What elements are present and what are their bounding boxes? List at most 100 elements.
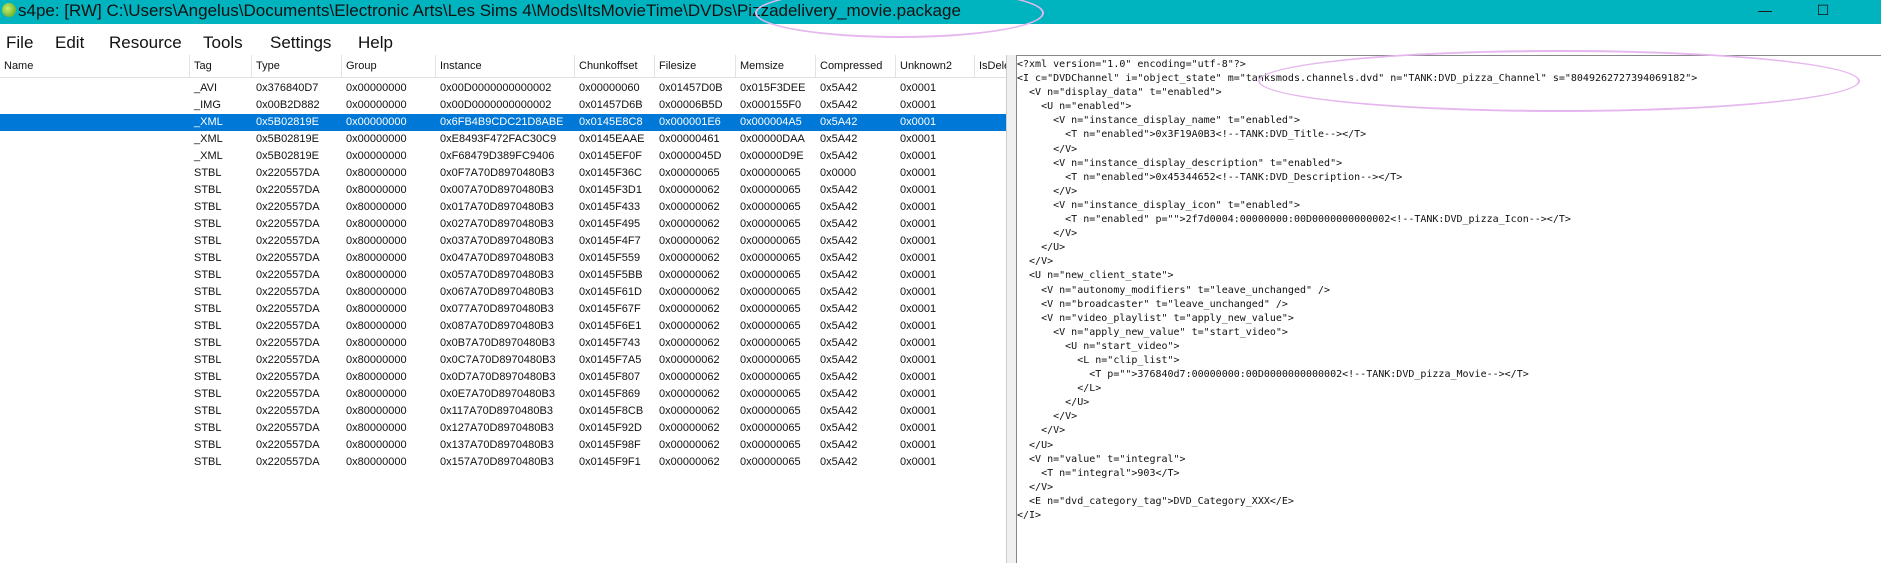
table-row[interactable]: STBL 0x220557DA 0x80000000 0x127A70D8970480… bbox=[0, 420, 1006, 437]
table-row[interactable]: STBL 0x220557DA 0x80000000 0x047A70D8970480… bbox=[0, 250, 1006, 267]
xml-line: </V> bbox=[1017, 143, 1078, 155]
column-header-unknown2[interactable]: Unknown2 bbox=[896, 55, 975, 77]
cell-name bbox=[0, 199, 190, 216]
table-row[interactable]: STBL 0x220557DA 0x80000000 0x057A70D8970480… bbox=[0, 267, 1006, 284]
table-row[interactable]: _XML 0x5B02819E 0x00000000 0xE8493F472FAC30… bbox=[0, 131, 1006, 148]
column-header-tag[interactable]: Tag bbox=[190, 55, 252, 77]
column-header-compressed[interactable]: Compressed bbox=[816, 55, 896, 77]
cell-compressed: 0x5A42 bbox=[820, 82, 858, 94]
cell-compressed: 0x5A42 bbox=[820, 133, 858, 145]
cell-name bbox=[0, 420, 190, 437]
table-row[interactable]: STBL 0x220557DA 0x80000000 0x087A70D8970480… bbox=[0, 318, 1006, 335]
table-row[interactable]: STBL 0x220557DA 0x80000000 0x0F7A70D8970480… bbox=[0, 165, 1006, 182]
table-row[interactable]: STBL 0x220557DA 0x80000000 0x117A70D8970480… bbox=[0, 403, 1006, 420]
xml-line: <U n="start_video"> bbox=[1017, 340, 1180, 352]
table-row[interactable]: _IMG 0x00B2D882 0x00000000 0x00D00000000000… bbox=[0, 97, 1006, 114]
cell-group: 0x80000000 bbox=[346, 218, 407, 230]
cell-isdeleted bbox=[975, 114, 1006, 131]
table-row[interactable]: STBL 0x220557DA 0x80000000 0x0E7A70D8970480… bbox=[0, 386, 1006, 403]
table-row[interactable]: STBL 0x220557DA 0x80000000 0x037A70D8970480… bbox=[0, 233, 1006, 250]
cell-chunkoffset: 0x0145F67F bbox=[579, 303, 641, 315]
cell-isdeleted bbox=[975, 369, 1006, 386]
table-row[interactable]: STBL 0x220557DA 0x80000000 0x067A70D8970480… bbox=[0, 284, 1006, 301]
xml-line: <V n="autonomy_modifiers" t="leave_uncha… bbox=[1017, 284, 1331, 296]
cell-instance: 0x117A70D8970480B3 bbox=[440, 405, 553, 417]
cell-compressed: 0x5A42 bbox=[820, 116, 858, 128]
column-header-type[interactable]: Type bbox=[252, 55, 342, 77]
maximize-button[interactable]: ☐ bbox=[1800, 0, 1846, 22]
cell-compressed: 0x5A42 bbox=[820, 388, 858, 400]
xml-line: <V n="instance_display_description" t="e… bbox=[1017, 157, 1343, 169]
panel-splitter[interactable] bbox=[1007, 55, 1016, 563]
minimize-button[interactable]: — bbox=[1742, 0, 1788, 22]
menu-edit[interactable]: Edit bbox=[55, 33, 84, 53]
table-row[interactable]: STBL 0x220557DA 0x80000000 0x137A70D8970480… bbox=[0, 437, 1006, 454]
cell-unknown2: 0x0001 bbox=[900, 439, 937, 451]
cell-instance: 0xE8493F472FAC30C9 bbox=[440, 133, 557, 145]
cell-chunkoffset: 0x0145F3D1 bbox=[579, 184, 642, 196]
table-row[interactable]: STBL 0x220557DA 0x80000000 0x0B7A70D8970480… bbox=[0, 335, 1006, 352]
column-header-isdeleted[interactable]: IsDele bbox=[975, 55, 1006, 77]
cell-unknown2: 0x0001 bbox=[900, 354, 937, 366]
menu-tools[interactable]: Tools bbox=[203, 33, 243, 53]
cell-isdeleted bbox=[975, 250, 1006, 267]
cell-group: 0x80000000 bbox=[346, 405, 407, 417]
cell-tag: STBL bbox=[194, 388, 222, 400]
column-header-instance[interactable]: Instance bbox=[436, 55, 575, 77]
column-header-filesize[interactable]: Filesize bbox=[655, 55, 736, 77]
cell-unknown2: 0x0001 bbox=[900, 150, 937, 162]
table-row[interactable]: _XML 0x5B02819E 0x00000000 0x6FB4B9CDC21D8A… bbox=[0, 114, 1006, 131]
table-row[interactable]: STBL 0x220557DA 0x80000000 0x017A70D8970480… bbox=[0, 199, 1006, 216]
table-row[interactable]: _XML 0x5B02819E 0x00000000 0xF68479D389FC94… bbox=[0, 148, 1006, 165]
cell-memsize: 0x00000065 bbox=[740, 252, 801, 264]
xml-line: <V n="broadcaster" t="leave_unchanged" /… bbox=[1017, 298, 1288, 310]
cell-chunkoffset: 0x0145F7A5 bbox=[579, 354, 642, 366]
cell-compressed: 0x5A42 bbox=[820, 99, 858, 111]
cell-unknown2: 0x0001 bbox=[900, 184, 937, 196]
cell-compressed: 0x0000 bbox=[820, 167, 857, 179]
xml-line: </V> bbox=[1017, 425, 1066, 437]
cell-name bbox=[0, 301, 190, 318]
cell-tag: _AVI bbox=[194, 82, 218, 94]
table-row[interactable]: STBL 0x220557DA 0x80000000 0x0D7A70D8970480… bbox=[0, 369, 1006, 386]
table-row[interactable]: STBL 0x220557DA 0x80000000 0x0C7A70D8970480… bbox=[0, 352, 1006, 369]
cell-memsize: 0x00000065 bbox=[740, 184, 801, 196]
cell-unknown2: 0x0001 bbox=[900, 337, 937, 349]
cell-group: 0x80000000 bbox=[346, 439, 407, 451]
cell-name bbox=[0, 386, 190, 403]
cell-type: 0x220557DA bbox=[256, 184, 320, 196]
table-row[interactable]: _AVI 0x376840D7 0x00000000 0x00D00000000000… bbox=[0, 80, 1006, 97]
cell-tag: _XML bbox=[194, 116, 223, 128]
menu-help[interactable]: Help bbox=[358, 33, 393, 53]
cell-tag: STBL bbox=[194, 337, 222, 349]
cell-memsize: 0x00000065 bbox=[740, 354, 801, 366]
cell-isdeleted bbox=[975, 352, 1006, 369]
table-row[interactable]: STBL 0x220557DA 0x80000000 0x077A70D8970480… bbox=[0, 301, 1006, 318]
table-row[interactable]: STBL 0x220557DA 0x80000000 0x027A70D8970480… bbox=[0, 216, 1006, 233]
table-row[interactable]: STBL 0x220557DA 0x80000000 0x157A70D8970480… bbox=[0, 454, 1006, 471]
cell-compressed: 0x5A42 bbox=[820, 405, 858, 417]
cell-name bbox=[0, 437, 190, 454]
cell-group: 0x80000000 bbox=[346, 371, 407, 383]
column-header-chunkoffset[interactable]: Chunkoffset bbox=[575, 55, 655, 77]
menu-settings[interactable]: Settings bbox=[270, 33, 331, 53]
cell-tag: STBL bbox=[194, 184, 222, 196]
column-header-memsize[interactable]: Memsize bbox=[736, 55, 816, 77]
cell-filesize: 0x00000062 bbox=[659, 286, 720, 298]
xml-line: <V n="instance_display_icon" t="enabled"… bbox=[1017, 199, 1300, 211]
cell-tag: STBL bbox=[194, 405, 222, 417]
cell-tag: STBL bbox=[194, 371, 222, 383]
cell-instance: 0x157A70D8970480B3 bbox=[440, 456, 554, 468]
cell-group: 0x80000000 bbox=[346, 184, 407, 196]
cell-chunkoffset: 0x0145F743 bbox=[579, 337, 641, 349]
menu-file[interactable]: File bbox=[6, 33, 33, 53]
column-header-group[interactable]: Group bbox=[342, 55, 436, 77]
cell-filesize: 0x00000062 bbox=[659, 354, 720, 366]
xml-line: </V> bbox=[1017, 411, 1078, 423]
cell-memsize: 0x00000065 bbox=[740, 388, 801, 400]
table-row[interactable]: STBL 0x220557DA 0x80000000 0x007A70D8970480… bbox=[0, 182, 1006, 199]
cell-isdeleted bbox=[975, 199, 1006, 216]
menu-resource[interactable]: Resource bbox=[109, 33, 182, 53]
resource-grid: Name Tag Type Group Instance Chunkoffset… bbox=[0, 55, 1007, 563]
column-header-name[interactable]: Name bbox=[0, 55, 190, 77]
